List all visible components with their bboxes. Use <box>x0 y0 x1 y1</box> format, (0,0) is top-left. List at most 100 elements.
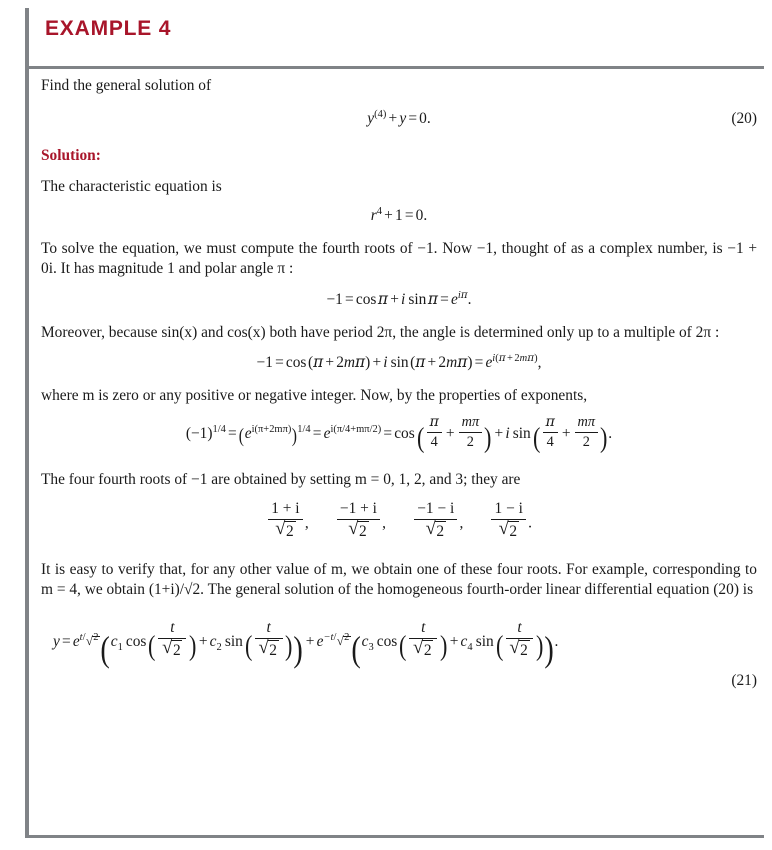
fr-sin-frac-pi-4: π4 <box>542 414 558 451</box>
eq21-frac4-den: √ 2 <box>506 636 534 661</box>
example-header: EXAMPLE 4 <box>45 18 762 62</box>
eq21-frac1-den: √ 2 <box>158 638 186 661</box>
fr-sin-den-4: 4 <box>546 434 554 451</box>
fr-minus-one: −1 <box>190 425 208 443</box>
eq21-e1: e <box>72 633 80 651</box>
fourth-root-equation: (−1)1/4 = (ei(π+2mπ))1/4 = ei(π/4+mπ/2) = cos(… <box>41 414 757 452</box>
eq21-c2-index: 2 <box>216 642 222 654</box>
radical-icon: √ <box>413 636 424 658</box>
fr-plus-mid: + <box>494 425 504 443</box>
fr-equals-3: = <box>383 425 393 443</box>
root-3-fraction: −1 − i √ 2 <box>414 500 458 542</box>
fr-sin: sin <box>512 425 531 443</box>
root-3-separator: , <box>459 514 464 532</box>
root-item-4: 1 − i √ 2. <box>489 500 532 542</box>
fr-cos-num-pi: π <box>426 414 442 434</box>
root-3-sqrt: √ 2 <box>426 519 446 542</box>
fr-sin-paren-open: ( <box>532 422 541 454</box>
eq21-frac3-den: √ 2 <box>409 636 437 661</box>
eulerg-plus-3: + <box>427 353 437 371</box>
eulerg-equals-2: = <box>474 353 484 371</box>
eq21-c3-index: 3 <box>368 642 374 654</box>
paragraph-verify: It is easy to verify that, for any other… <box>41 560 757 599</box>
fr-paren-open: ( <box>239 424 245 447</box>
euler-identity-equation: −1 = cosπ + i sinπ = eiπ. <box>41 289 757 309</box>
root-1-fraction: 1 + i √ 2 <box>268 500 303 542</box>
example-page: EXAMPLE 4 Find the general solution of y… <box>0 0 772 850</box>
eq21-c2: c <box>209 633 217 651</box>
eq21-paren-close-2: ) <box>544 628 554 669</box>
chareq-zero: 0. <box>415 206 428 224</box>
equation-21-number: (21) <box>731 671 757 689</box>
root-2-denominator: √ 2 <box>337 519 380 542</box>
eulerg-pi-2: π <box>415 352 426 371</box>
euler-period: . <box>467 290 472 308</box>
root-4-sqrt: √ 2 <box>499 519 519 542</box>
eq21-frac2-radicand: 2 <box>267 639 279 659</box>
eulerg-exponent: i(π+2mπ) <box>492 353 537 364</box>
fr-period: . <box>608 425 613 443</box>
bottom-horizontal-rule <box>29 835 764 838</box>
fr-equals-1: = <box>228 425 237 443</box>
radical-icon: √ <box>509 636 520 658</box>
euler-equals: = <box>345 290 354 308</box>
fr-sin-num-pi: π <box>542 414 558 434</box>
eq21-frac1-sqrt: √ 2 <box>162 638 183 661</box>
fr-cos-frac-pi-4: π4 <box>426 414 442 451</box>
fr-equals-2: = <box>312 425 322 443</box>
eq20-order: (4) <box>374 109 387 121</box>
fr-sin-frac-mpi-2: mπ 2 <box>574 414 598 451</box>
fr-exponent-2: i(π/4+mπ/2) <box>330 424 382 436</box>
eq21-frac4-num: t <box>505 619 534 639</box>
eulerg-sin: sin <box>390 353 409 371</box>
fourth-root-expression: (−1)1/4 = (ei(π+2mπ))1/4 = ei(π/4+mπ/2) = cos(… <box>186 414 613 452</box>
root-4-denominator: √ 2 <box>491 519 526 542</box>
fr-i: i <box>505 425 510 443</box>
intro-text: Find the general solution of <box>41 77 212 94</box>
root-2-separator: , <box>382 514 386 532</box>
eq21-exp2-radicand: 2 <box>343 632 351 644</box>
fr-sin-den-2: 2 <box>582 434 590 451</box>
fr-cos-paren-open: ( <box>416 422 425 454</box>
radical-icon: √ <box>275 518 286 540</box>
eq21-inner-paren-close-1: ) <box>188 630 197 662</box>
eq21-paren-close-1: ) <box>293 628 304 669</box>
eq21-plus-1: + <box>198 633 208 651</box>
equation-20-expression: y(4) + y = 0. <box>367 109 430 128</box>
eq21-y: y <box>53 633 60 651</box>
eq21-frac-4: t √ 2 <box>505 619 534 661</box>
euler-exponent: iπ <box>458 289 468 301</box>
chareq-plus: + <box>384 206 393 224</box>
fr-sin-num-mpi: mπ <box>574 414 598 434</box>
eq21-inner-paren-open-2: ( <box>244 630 253 662</box>
eq20-equals: = <box>408 110 417 128</box>
eq21-inner-paren-close-4: ) <box>536 630 544 662</box>
eq21-frac2-num: t <box>254 619 283 639</box>
fr-e: e <box>244 425 252 443</box>
root-3-denominator: √ 2 <box>414 519 457 542</box>
paragraph-integer: where m is zero or any positive or negat… <box>41 386 588 404</box>
eq21-inner-paren-close-3: ) <box>439 630 448 662</box>
eulerg-lhs: −1 <box>256 353 273 371</box>
eq21-c4-index: 4 <box>467 642 473 654</box>
eulerg-plus-1: + <box>325 353 335 371</box>
paragraph-fourth-roots: To solve the equation, we must compute t… <box>41 239 757 278</box>
eq21-c1-index: 1 <box>117 642 123 654</box>
root-1-denominator: √ 2 <box>268 518 303 542</box>
chareq-equals: = <box>404 206 414 224</box>
euler-cos: cos <box>355 290 377 308</box>
paragraph-period: Moreover, because sin(x) and cos(x) both… <box>41 323 720 341</box>
root-3-radicand: 2 <box>434 521 446 541</box>
four-roots-display: 1 + i √ 2, −1 + i √ 2, −1 − i √ 2, 1 − i √ 2. <box>41 500 757 542</box>
euler-expression: −1 = cosπ + i sinπ = eiπ. <box>327 289 472 308</box>
eq21-exp1-sqrt: √ 2 <box>86 632 100 648</box>
eq21-inner-paren-close-2: ) <box>285 630 293 662</box>
eulerg-m-1: m <box>343 353 356 371</box>
eq21-frac2-den: √ 2 <box>255 638 283 661</box>
eq21-paren-open-1: ( <box>100 628 111 669</box>
fr-paren-close: ) <box>291 424 297 447</box>
root-1-radicand: 2 <box>284 521 296 541</box>
euler-e: e <box>450 290 458 308</box>
euler-general-equation: −1 = cos(π +2mπ) + i sin(π +2mπ) = ei(π+2mπ), <box>41 353 757 372</box>
eq21-inner-paren-open-3: ( <box>399 630 407 662</box>
